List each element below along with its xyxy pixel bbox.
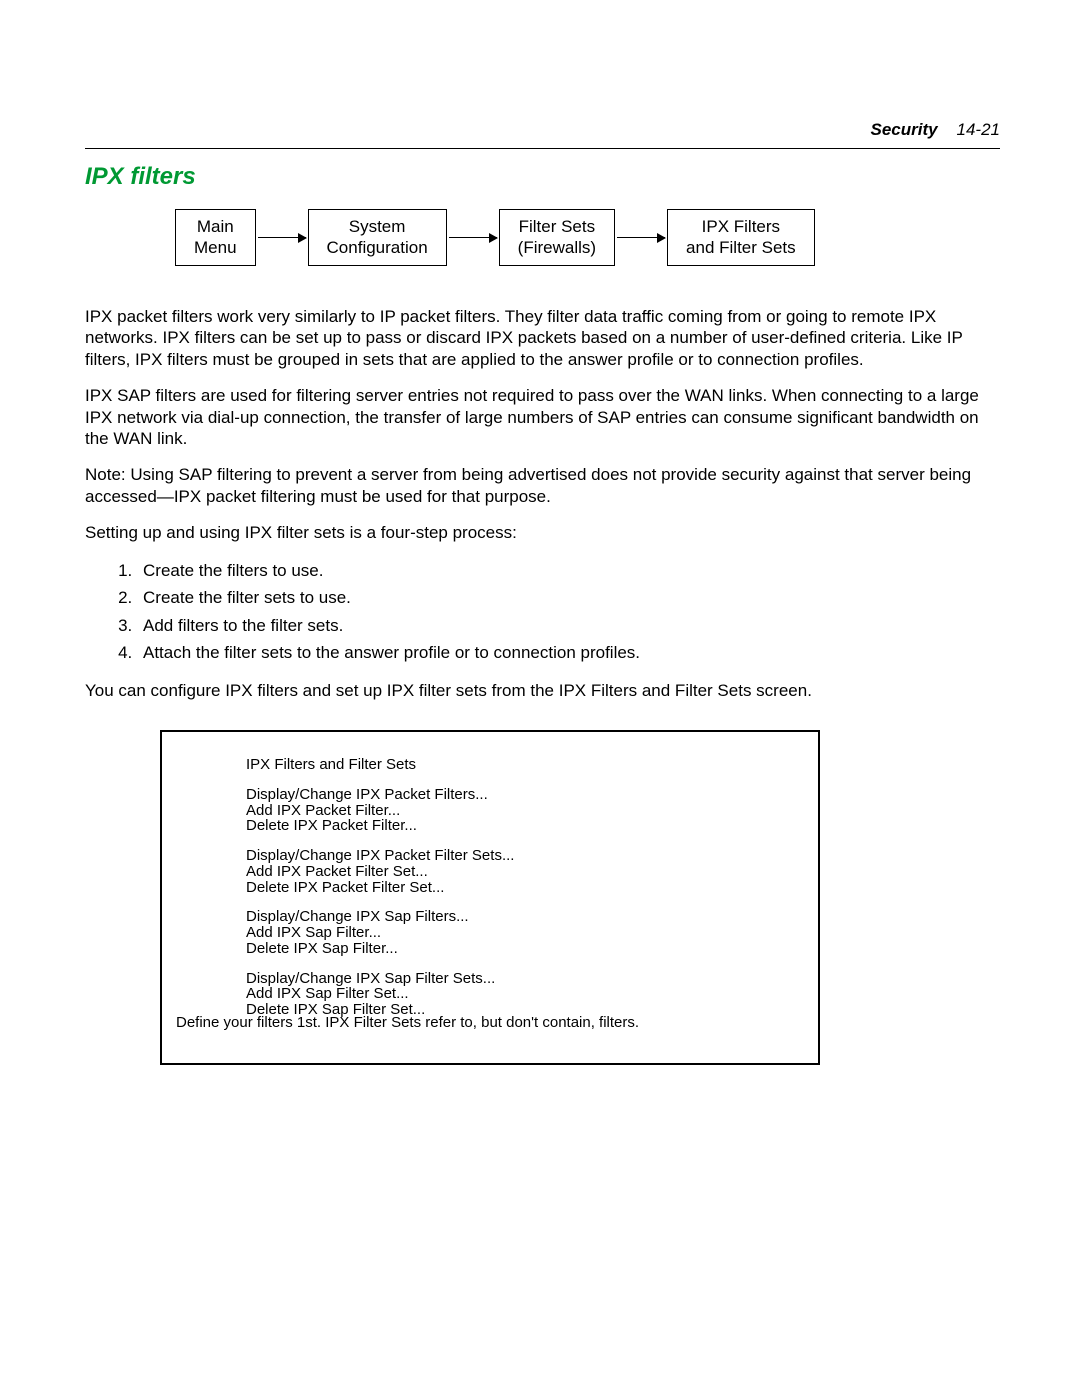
menu-item: Delete IPX Packet Filter... bbox=[246, 818, 804, 834]
page: Security 14-21 IPX filters Main Menu Sys… bbox=[0, 0, 1080, 1397]
menu-item: Delete IPX Sap Filter... bbox=[246, 941, 804, 957]
arrow-icon bbox=[617, 237, 665, 238]
paragraph: Note: Using SAP filtering to prevent a s… bbox=[85, 464, 1000, 508]
paragraph: Setting up and using IPX filter sets is … bbox=[85, 522, 1000, 544]
menu-item: Delete IPX Packet Filter Set... bbox=[246, 880, 804, 896]
list-item: Attach the filter sets to the answer pro… bbox=[137, 639, 1000, 666]
header-page-number: 14-21 bbox=[957, 120, 1000, 139]
menu-item: Add IPX Sap Filter... bbox=[246, 925, 804, 941]
crumb-filter-sets: Filter Sets (Firewalls) bbox=[499, 209, 615, 266]
menu-item: Display/Change IPX Packet Filter Sets... bbox=[246, 848, 804, 864]
terminal-box: IPX Filters and Filter Sets Display/Chan… bbox=[160, 730, 820, 1065]
list-item: Create the filters to use. bbox=[137, 557, 1000, 584]
menu-group: Display/Change IPX Sap Filter Sets... Ad… bbox=[246, 971, 804, 1018]
menu-item: Add IPX Sap Filter Set... bbox=[246, 986, 804, 1002]
paragraph: You can configure IPX filters and set up… bbox=[85, 680, 1000, 702]
header-section: Security bbox=[871, 120, 938, 139]
crumb-ipx-filters: IPX Filters and Filter Sets bbox=[667, 209, 815, 266]
list-item: Add filters to the filter sets. bbox=[137, 612, 1000, 639]
body-text: IPX packet filters work very similarly t… bbox=[85, 306, 1000, 702]
crumb-system-configuration: System Configuration bbox=[308, 209, 447, 266]
page-header: Security 14-21 bbox=[85, 120, 1000, 140]
breadcrumb: Main Menu System Configuration Filter Se… bbox=[175, 209, 1000, 266]
arrow-icon bbox=[449, 237, 497, 238]
menu-item: Display/Change IPX Sap Filters... bbox=[246, 909, 804, 925]
crumb-main-menu: Main Menu bbox=[175, 209, 256, 266]
list-item: Create the filter sets to use. bbox=[137, 584, 1000, 611]
menu-group: Display/Change IPX Packet Filters... Add… bbox=[246, 787, 804, 834]
arrow-icon bbox=[258, 237, 306, 238]
paragraph: IPX packet filters work very similarly t… bbox=[85, 306, 1000, 371]
menu-item: Display/Change IPX Sap Filter Sets... bbox=[246, 971, 804, 987]
menu-group: Display/Change IPX Packet Filter Sets...… bbox=[246, 848, 804, 895]
paragraph: IPX SAP filters are used for filtering s… bbox=[85, 385, 1000, 450]
menu-item: Add IPX Packet Filter Set... bbox=[246, 864, 804, 880]
terminal-screenshot: IPX Filters and Filter Sets Display/Chan… bbox=[160, 730, 1000, 1065]
section-title: IPX filters bbox=[85, 163, 1000, 191]
menu-item: Display/Change IPX Packet Filters... bbox=[246, 787, 804, 803]
terminal-hint: Define your filters 1st. IPX Filter Sets… bbox=[176, 1014, 639, 1031]
menu-group: Display/Change IPX Sap Filters... Add IP… bbox=[246, 909, 804, 956]
steps-list: Create the filters to use. Create the fi… bbox=[85, 557, 1000, 666]
header-rule bbox=[85, 148, 1000, 149]
menu-item: Add IPX Packet Filter... bbox=[246, 803, 804, 819]
terminal-title: IPX Filters and Filter Sets bbox=[246, 756, 804, 773]
